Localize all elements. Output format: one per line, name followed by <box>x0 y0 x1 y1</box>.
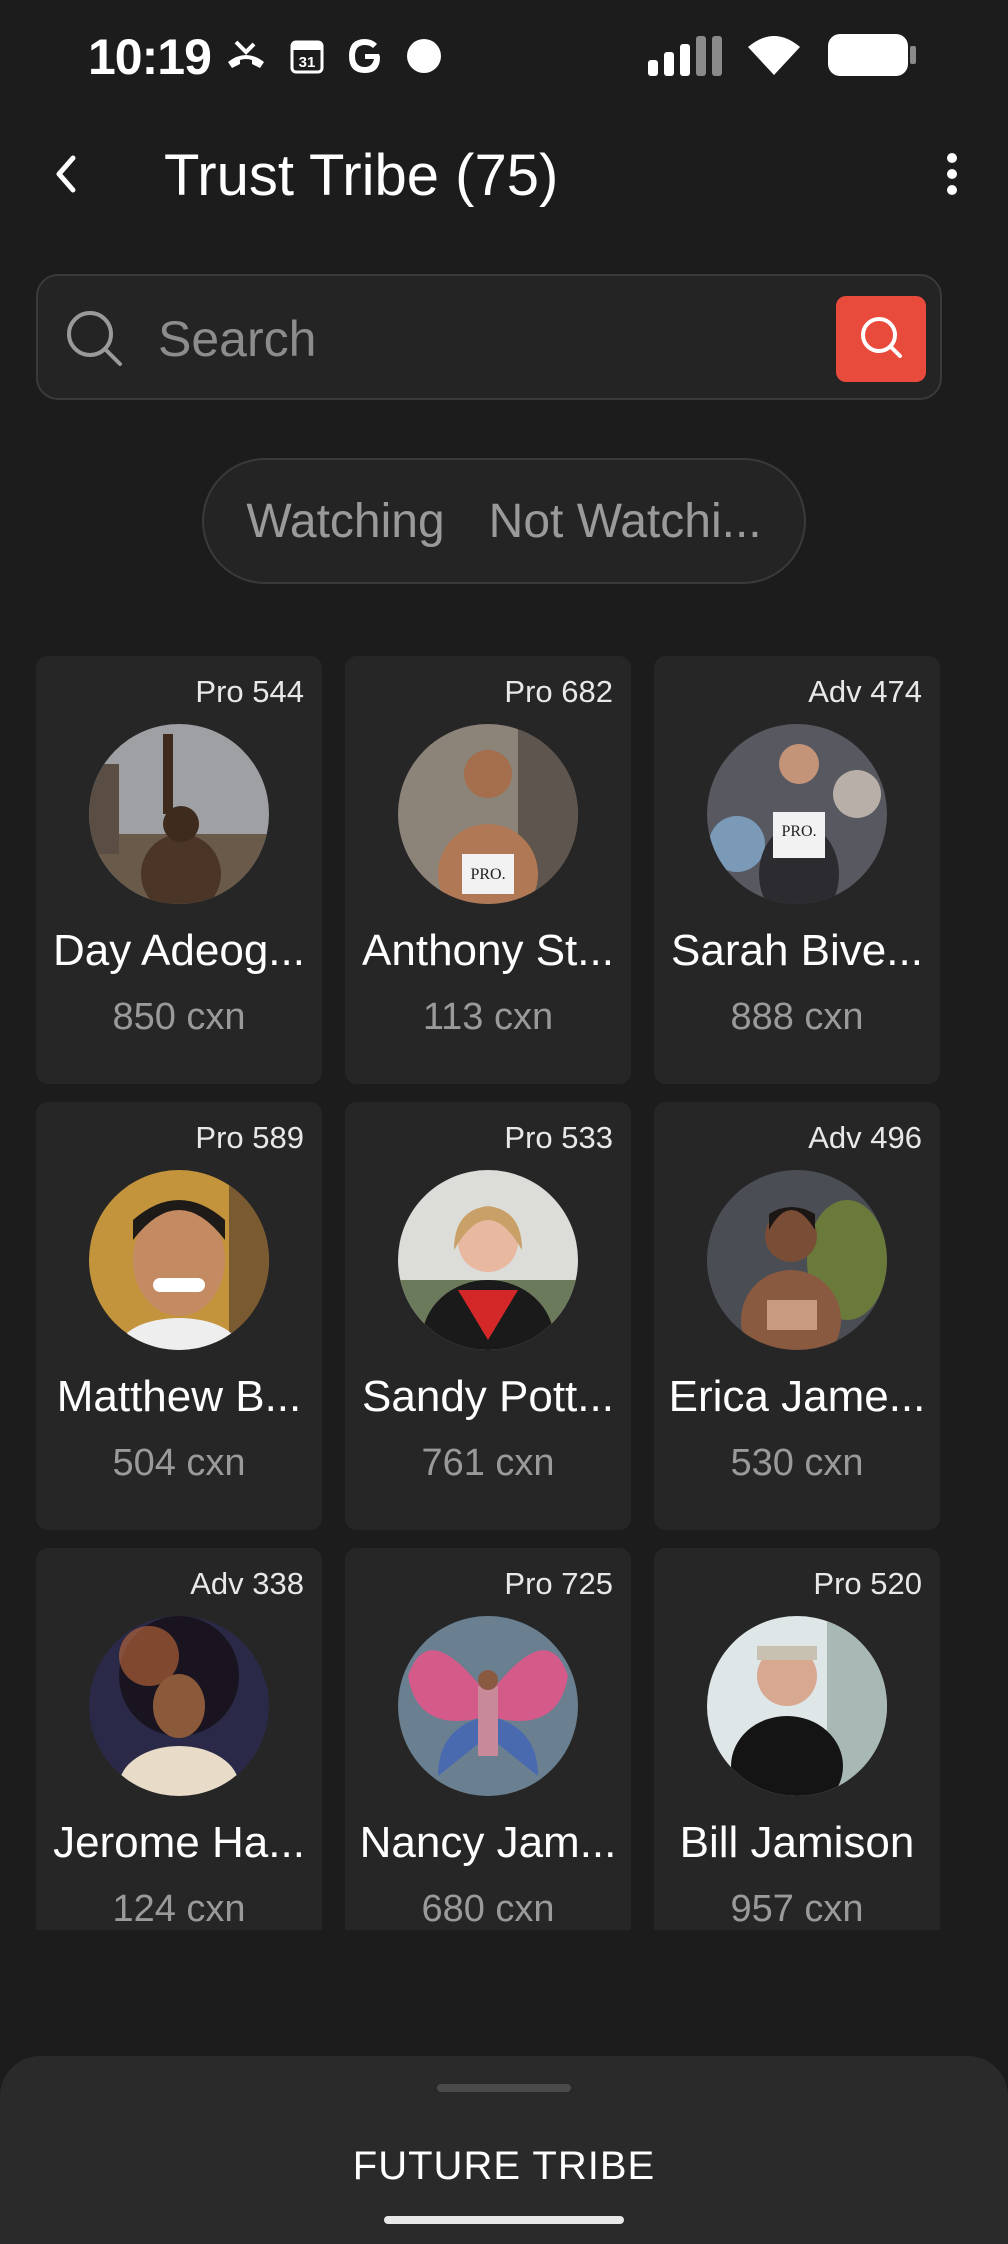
toggle-option-watching[interactable]: Watching <box>246 494 444 549</box>
status-icons-right <box>648 32 918 83</box>
page-title: Trust Tribe (75) <box>164 143 559 208</box>
avatar <box>89 1170 269 1350</box>
signal-icon <box>648 34 722 81</box>
avatar: PRO. <box>398 724 578 904</box>
svg-text:PRO.: PRO. <box>781 823 816 840</box>
svg-text:PRO.: PRO. <box>470 866 505 883</box>
avatar <box>707 1170 887 1350</box>
member-level: Pro 682 <box>504 674 613 709</box>
member-connections: 680 cxn <box>421 1888 555 1930</box>
chevron-left-icon <box>53 154 77 199</box>
calendar-icon: 31 <box>290 38 324 79</box>
member-card[interactable]: Pro 682 PRO. Anthony St... 113 cxn <box>345 656 631 1084</box>
member-connections: 761 cxn <box>421 1442 555 1484</box>
google-icon <box>346 37 384 80</box>
member-card[interactable]: Adv 496 Erica Jame... 530 cxn <box>654 1102 940 1530</box>
member-level: Pro 520 <box>813 1566 922 1601</box>
avatar <box>398 1616 578 1796</box>
member-level: Pro 533 <box>504 1120 613 1155</box>
missed-call-icon <box>224 36 268 81</box>
status-time: 10:19 <box>88 29 212 85</box>
member-level: Pro 725 <box>504 1566 613 1601</box>
member-card[interactable]: Adv 338 Jerome Ha... 124 cxn <box>36 1548 322 1930</box>
member-connections: 124 cxn <box>112 1888 246 1930</box>
member-level: Adv 338 <box>190 1566 304 1601</box>
search-icon <box>64 308 124 368</box>
avatar: PRO. <box>707 724 887 904</box>
member-connections: 850 cxn <box>112 996 246 1038</box>
status-icons-left: 31 <box>224 36 442 80</box>
calendar-day: 31 <box>299 54 316 71</box>
back-button[interactable] <box>40 148 90 204</box>
member-card[interactable]: Pro 725 Nancy Jam... 680 cxn <box>345 1548 631 1930</box>
member-name: Jerome Ha... <box>53 1818 305 1867</box>
more-vertical-icon <box>945 152 959 201</box>
screen: 10:19 31 Trust Tribe (75) Search Watchin… <box>0 0 1008 2244</box>
avatar <box>89 724 269 904</box>
avatar <box>398 1170 578 1350</box>
member-connections: 113 cxn <box>422 996 554 1038</box>
member-connections: 957 cxn <box>730 1888 864 1930</box>
member-name: Erica Jame... <box>668 1372 926 1421</box>
member-name: Matthew B... <box>56 1372 302 1421</box>
filter-toggle: Watching Not Watchi... <box>202 458 806 584</box>
battery-icon <box>826 32 918 83</box>
status-bar: 10:19 31 <box>0 0 1008 112</box>
search-submit-button[interactable] <box>836 296 926 382</box>
member-level: Pro 544 <box>195 674 304 709</box>
member-level: Adv 474 <box>808 674 922 709</box>
search-submit-icon <box>857 313 905 366</box>
member-name: Anthony St... <box>362 926 614 975</box>
dot-icon <box>406 38 442 79</box>
member-card[interactable]: Pro 520 Bill Jamison 957 cxn <box>654 1548 940 1930</box>
member-grid: Pro 544 Day Adeog... 850 cxn Pro 682 PRO… <box>36 656 940 1930</box>
wifi-icon <box>746 33 802 82</box>
search-bar <box>36 274 942 400</box>
sheet-drag-handle[interactable] <box>437 2084 571 2092</box>
member-name: Bill Jamison <box>679 1818 915 1867</box>
home-indicator[interactable] <box>384 2216 624 2224</box>
sheet-title: FUTURE TRIBE <box>352 2144 656 2188</box>
avatar <box>89 1616 269 1796</box>
member-level: Pro 589 <box>195 1120 304 1155</box>
member-name: Day Adeog... <box>53 926 305 975</box>
member-connections: 888 cxn <box>730 996 864 1038</box>
more-options-button[interactable] <box>924 146 980 206</box>
member-card[interactable]: Pro 544 Day Adeog... 850 cxn <box>36 656 322 1084</box>
member-card[interactable]: Pro 589 Matthew B... 504 cxn <box>36 1102 322 1530</box>
member-name: Sandy Pott... <box>362 1372 614 1421</box>
toggle-option-not-watching[interactable]: Not Watchi... <box>489 494 762 549</box>
app-header: Trust Tribe (75) <box>0 130 1008 222</box>
member-name: Nancy Jam... <box>359 1818 617 1867</box>
member-connections: 530 cxn <box>730 1442 864 1484</box>
search-input[interactable] <box>156 300 860 378</box>
member-card[interactable]: Pro 533 Sandy Pott... 761 cxn <box>345 1102 631 1530</box>
member-name: Sarah Bive... <box>671 926 923 975</box>
member-level: Adv 496 <box>808 1120 922 1155</box>
avatar <box>707 1616 887 1796</box>
member-connections: 504 cxn <box>112 1442 246 1484</box>
member-card[interactable]: Adv 474 PRO. Sarah Bive... 888 cxn <box>654 656 940 1084</box>
